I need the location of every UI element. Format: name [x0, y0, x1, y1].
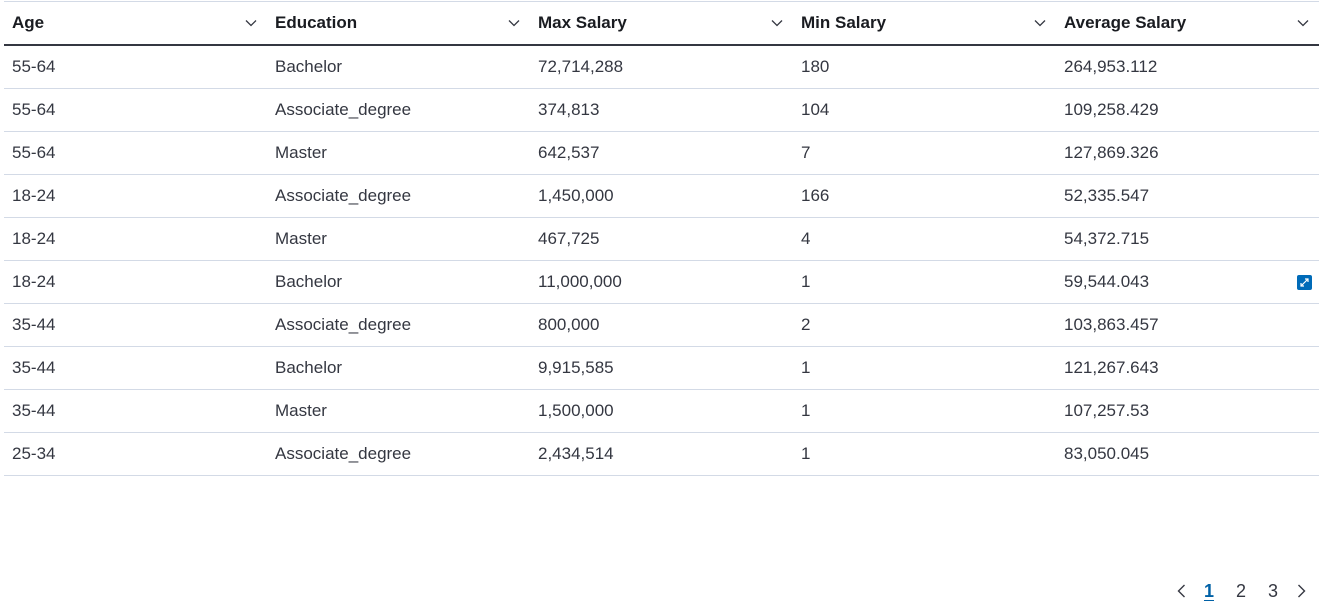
table-row[interactable]: 35-44 Master 1,500,000 1 107,257.53 [4, 389, 1319, 433]
cell-age[interactable]: 55-64 [4, 45, 267, 89]
page-button-1[interactable]: 1 [1193, 578, 1225, 604]
table-row[interactable]: 25-34 Associate_degree 2,434,514 1 83,05… [4, 432, 1319, 476]
cell-max-salary[interactable]: 9,915,585 [530, 346, 793, 390]
cell-average-salary[interactable]: 52,335.547 [1056, 174, 1319, 218]
cell-education[interactable]: Bachelor [267, 45, 530, 89]
cell-min-salary[interactable]: 1 [793, 432, 1056, 476]
cell-average-salary[interactable]: 83,050.045 [1056, 432, 1319, 476]
cell-min-salary[interactable]: 4 [793, 217, 1056, 261]
column-header-label: Education [275, 13, 358, 32]
chevron-left-icon[interactable] [1169, 578, 1193, 604]
cell-average-salary[interactable]: 103,863.457 [1056, 303, 1319, 347]
table-row[interactable]: 55-64 Master 642,537 7 127,869.326 [4, 131, 1319, 175]
cell-age[interactable]: 18-24 [4, 260, 267, 304]
column-header-max-salary[interactable]: Max Salary [530, 1, 793, 46]
column-header-age[interactable]: Age [4, 1, 267, 46]
salary-table: Age Education Max Salary Min Salary Aver… [4, 1, 1319, 476]
page-button-3[interactable]: 3 [1257, 578, 1289, 604]
cell-education[interactable]: Master [267, 389, 530, 433]
table-row[interactable]: 18-24 Bachelor 11,000,000 1 59,544.043 [4, 260, 1319, 304]
cell-average-salary[interactable]: 127,869.326 [1056, 131, 1319, 175]
expand-icon[interactable] [1297, 274, 1312, 290]
cell-education[interactable]: Bachelor [267, 346, 530, 390]
cell-max-salary[interactable]: 1,500,000 [530, 389, 793, 433]
column-header-min-salary[interactable]: Min Salary [793, 1, 1056, 46]
cell-age[interactable]: 35-44 [4, 303, 267, 347]
cell-max-salary[interactable]: 642,537 [530, 131, 793, 175]
cell-education[interactable]: Associate_degree [267, 432, 530, 476]
table-row[interactable]: 18-24 Associate_degree 1,450,000 166 52,… [4, 174, 1319, 218]
cell-age[interactable]: 18-24 [4, 174, 267, 218]
cell-education[interactable]: Associate_degree [267, 303, 530, 347]
data-table: Age Education Max Salary Min Salary Aver… [4, 1, 1319, 476]
cell-min-salary[interactable]: 1 [793, 346, 1056, 390]
column-header-label: Max Salary [538, 13, 627, 32]
column-header-label: Average Salary [1064, 13, 1187, 32]
cell-max-salary[interactable]: 72,714,288 [530, 45, 793, 89]
cell-min-salary[interactable]: 7 [793, 131, 1056, 175]
column-header-education[interactable]: Education [267, 1, 530, 46]
table-row[interactable]: 18-24 Master 467,725 4 54,372.715 [4, 217, 1319, 261]
table-row[interactable]: 35-44 Bachelor 9,915,585 1 121,267.643 [4, 346, 1319, 390]
cell-age[interactable]: 25-34 [4, 432, 267, 476]
cell-average-salary-value: 59,544.043 [1064, 272, 1150, 291]
cell-age[interactable]: 55-64 [4, 131, 267, 175]
header-row: Age Education Max Salary Min Salary Aver… [4, 1, 1319, 46]
chevron-down-icon[interactable] [1032, 15, 1048, 31]
table-row[interactable]: 55-64 Associate_degree 374,813 104 109,2… [4, 88, 1319, 132]
cell-education[interactable]: Bachelor [267, 260, 530, 304]
cell-average-salary[interactable]: 264,953.112 [1056, 45, 1319, 89]
chevron-down-icon[interactable] [243, 15, 259, 31]
chevron-down-icon[interactable] [1295, 15, 1311, 31]
cell-min-salary[interactable]: 1 [793, 260, 1056, 304]
cell-min-salary[interactable]: 104 [793, 88, 1056, 132]
cell-max-salary[interactable]: 467,725 [530, 217, 793, 261]
cell-education[interactable]: Associate_degree [267, 174, 530, 218]
cell-age[interactable]: 35-44 [4, 389, 267, 433]
cell-min-salary[interactable]: 180 [793, 45, 1056, 89]
cell-max-salary[interactable]: 374,813 [530, 88, 793, 132]
cell-age[interactable]: 35-44 [4, 346, 267, 390]
cell-education[interactable]: Master [267, 131, 530, 175]
cell-age[interactable]: 18-24 [4, 217, 267, 261]
cell-average-salary[interactable]: 107,257.53 [1056, 389, 1319, 433]
cell-min-salary[interactable]: 1 [793, 389, 1056, 433]
column-header-label: Min Salary [801, 13, 887, 32]
cell-min-salary[interactable]: 2 [793, 303, 1056, 347]
table-row[interactable]: 35-44 Associate_degree 800,000 2 103,863… [4, 303, 1319, 347]
cell-average-salary[interactable]: 121,267.643 [1056, 346, 1319, 390]
cell-age[interactable]: 55-64 [4, 88, 267, 132]
cell-max-salary[interactable]: 1,450,000 [530, 174, 793, 218]
cell-education[interactable]: Master [267, 217, 530, 261]
column-header-label: Age [12, 13, 45, 32]
page-button-2[interactable]: 2 [1225, 578, 1257, 604]
cell-max-salary[interactable]: 2,434,514 [530, 432, 793, 476]
column-header-average-salary[interactable]: Average Salary [1056, 1, 1319, 46]
cell-max-salary[interactable]: 800,000 [530, 303, 793, 347]
chevron-right-icon[interactable] [1289, 578, 1313, 604]
table-row[interactable]: 55-64 Bachelor 72,714,288 180 264,953.11… [4, 45, 1319, 89]
cell-min-salary[interactable]: 166 [793, 174, 1056, 218]
cell-average-salary[interactable]: 109,258.429 [1056, 88, 1319, 132]
cell-max-salary[interactable]: 11,000,000 [530, 260, 793, 304]
cell-education[interactable]: Associate_degree [267, 88, 530, 132]
cell-average-salary[interactable]: 54,372.715 [1056, 217, 1319, 261]
pagination: 1 2 3 [1169, 578, 1313, 604]
chevron-down-icon[interactable] [769, 15, 785, 31]
chevron-down-icon[interactable] [506, 15, 522, 31]
cell-average-salary[interactable]: 59,544.043 [1056, 260, 1319, 304]
